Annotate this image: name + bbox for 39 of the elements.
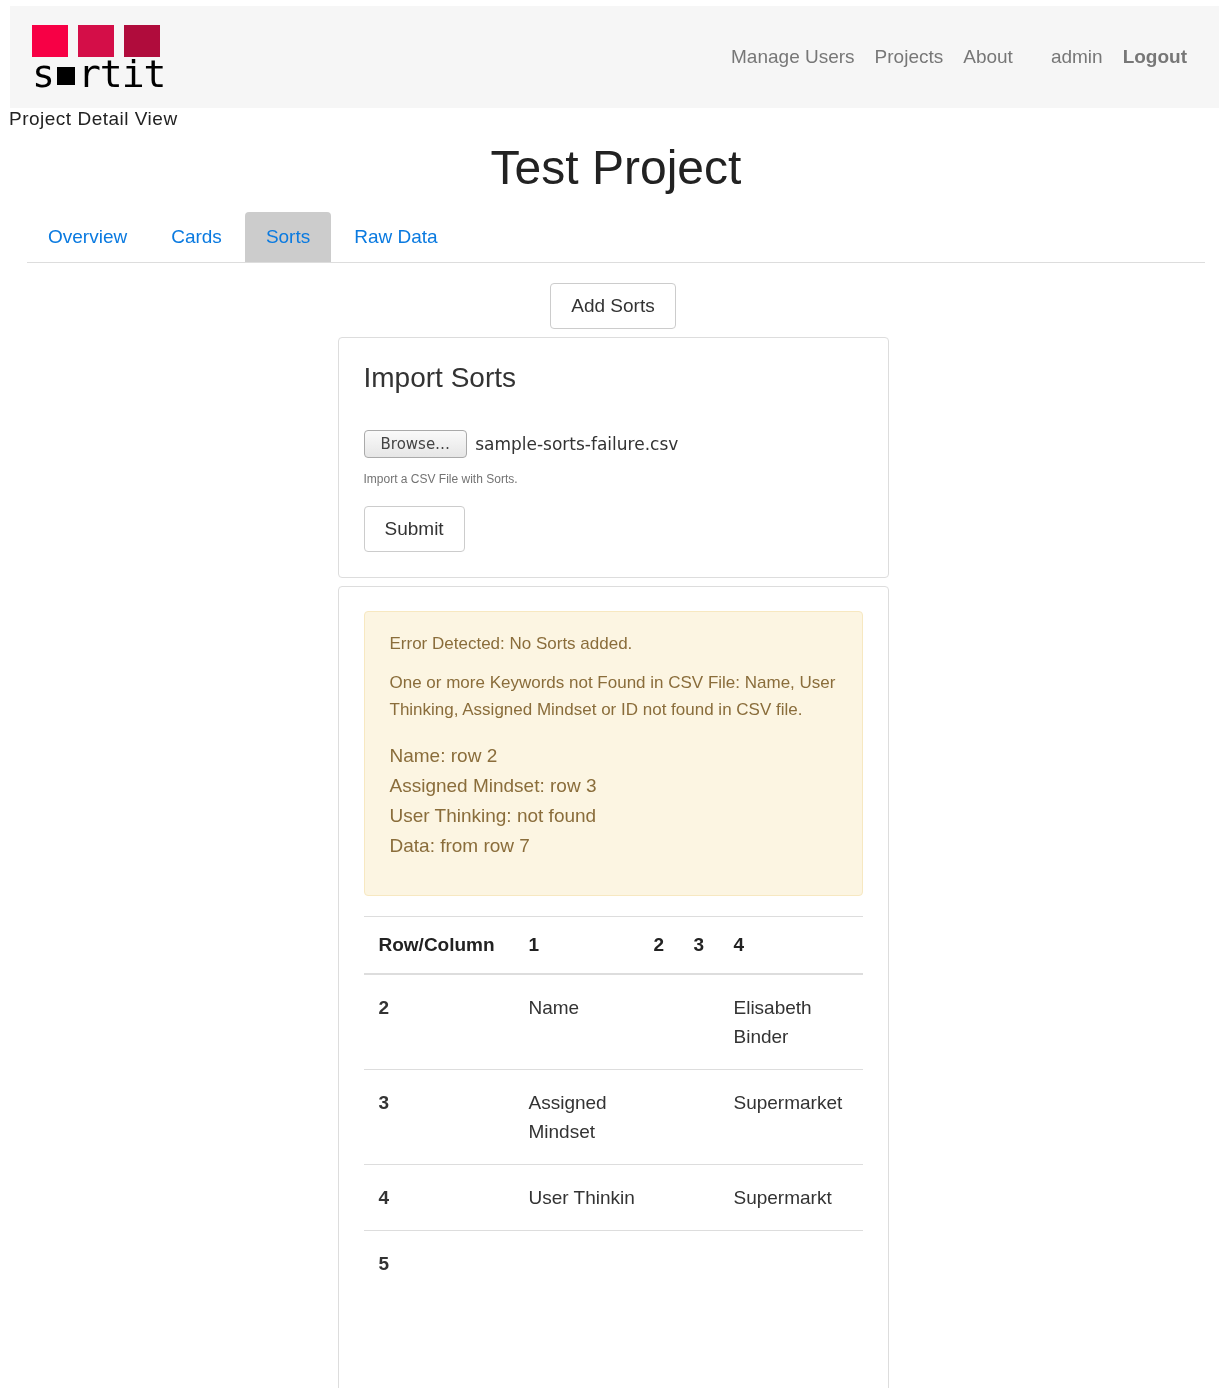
column-header: 3 <box>693 916 734 974</box>
alert-message: One or more Keywords not Found in CSV File: Name, User Thinking, Assigned Mindset or ID not found in CSV file. <box>389 672 837 721</box>
column-header: 4 <box>733 916 863 974</box>
tab[interactable]: Cards <box>150 212 243 262</box>
table-cell: Assigned Mindset <box>528 1092 607 1142</box>
nav-link[interactable]: Manage Users <box>721 46 865 68</box>
help-text: Import a CSV File with Sorts. <box>363 472 519 486</box>
add-sorts-button[interactable]: Add Sorts <box>550 283 676 329</box>
row-number: 2 <box>378 997 390 1018</box>
project-title: Test Project <box>489 140 743 196</box>
browse-button[interactable]: Browse… <box>363 430 468 458</box>
column-header: Row/Column <box>363 916 529 974</box>
sortit-logo[interactable]: s rtit <box>32 25 166 89</box>
alert-title: Error Detected: No Sorts added. <box>389 633 634 655</box>
alert-detail: Name: row 2 <box>389 744 499 768</box>
table-cell: Supermarkt <box>733 1187 832 1208</box>
tab[interactable]: Overview <box>27 212 149 262</box>
row-number: 5 <box>378 1253 390 1274</box>
page-label: Project Detail View <box>8 108 179 130</box>
logout-link[interactable]: Logout <box>1112 46 1197 68</box>
alert-detail: Assigned Mindset: row 3 <box>389 774 598 798</box>
row-number: 3 <box>378 1092 390 1113</box>
file-name: sample-sorts-failure.csv <box>475 434 679 454</box>
alert-detail: Data: from row 7 <box>389 834 531 858</box>
tab[interactable]: Sorts <box>244 212 332 262</box>
submit-button[interactable]: Submit <box>363 506 465 552</box>
nav-link[interactable]: Projects <box>864 46 954 68</box>
nav-link[interactable]: About <box>953 46 1023 68</box>
row-number: 4 <box>378 1187 390 1208</box>
table-cell: Supermarket <box>733 1092 843 1113</box>
panel-heading: Import Sorts <box>363 362 517 394</box>
column-header: 1 <box>528 916 654 974</box>
tab[interactable]: Raw Data <box>333 212 459 262</box>
table-cell: User Thinkin <box>528 1187 635 1208</box>
table-cell: Elisabeth Binder <box>733 997 812 1047</box>
table-cell: Name <box>528 997 580 1018</box>
user-name[interactable]: admin <box>1040 46 1113 68</box>
column-header: 2 <box>653 916 694 974</box>
alert-detail: User Thinking: not found <box>389 804 598 828</box>
